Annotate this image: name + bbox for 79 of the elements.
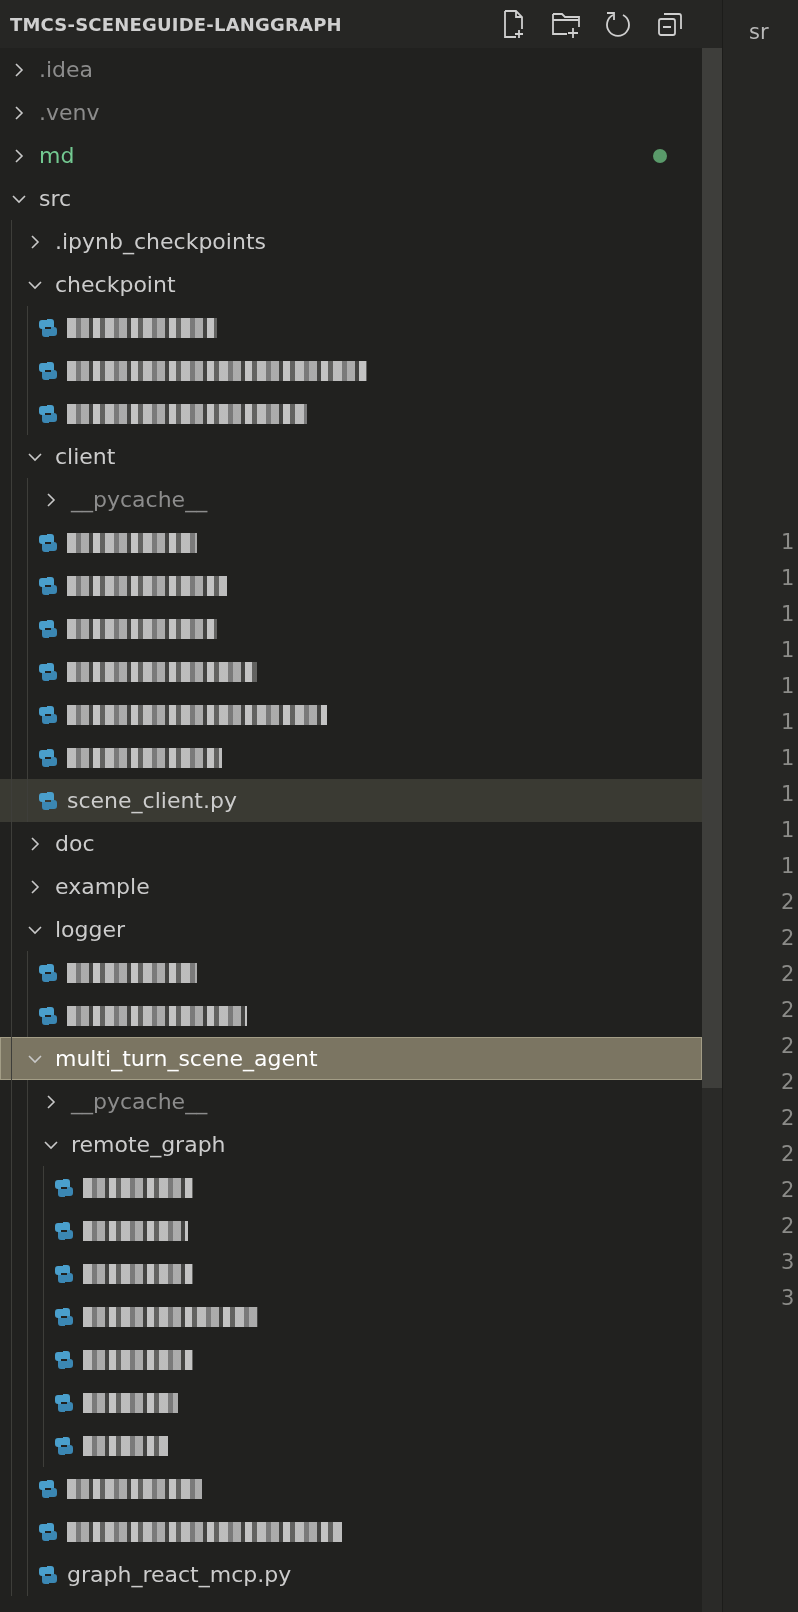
python-icon [37, 1004, 59, 1027]
python-icon [37, 1520, 59, 1543]
tree-item[interactable]: doc [0, 822, 702, 865]
tree-item[interactable]: __pycache__ [0, 478, 702, 521]
python-icon [37, 703, 59, 726]
tree-item[interactable]: remote_graph [0, 1123, 702, 1166]
python-icon [37, 789, 59, 812]
folder-name: __pycache__ [71, 1089, 208, 1114]
line-number: 1 [781, 853, 795, 880]
folder-name: __pycache__ [71, 487, 208, 512]
line-number: 2 [781, 1069, 795, 1096]
line-number: 1 [781, 565, 795, 592]
python-icon [53, 1219, 75, 1242]
tree-item[interactable]: src [0, 177, 702, 220]
tree-item[interactable]: multi_turn_scene_agent [0, 1037, 702, 1080]
python-icon [53, 1305, 75, 1328]
line-number: 2 [781, 1177, 795, 1204]
line-number: 2 [781, 1033, 795, 1060]
tree-item[interactable]: checkpoint [0, 263, 702, 306]
line-number: 1 [781, 781, 795, 808]
folder-name: .ipynb_checkpoints [55, 229, 266, 254]
python-icon [53, 1262, 75, 1285]
python-icon [37, 574, 59, 597]
line-number: 2 [781, 925, 795, 952]
line-number: 2 [781, 1105, 795, 1132]
tree-item[interactable]: example [0, 865, 702, 908]
explorer-title: TMCS-SCENEGUIDE-LANGGRAPH [10, 13, 343, 35]
python-icon [37, 316, 59, 339]
tree-item[interactable]: scene_client.py [0, 779, 702, 822]
folder-name: client [55, 444, 116, 469]
line-number: 1 [781, 673, 795, 700]
tree-item[interactable]: logger [0, 908, 702, 951]
tree-item[interactable]: md [0, 134, 702, 177]
folder-name: checkpoint [55, 272, 176, 297]
python-icon [37, 961, 59, 984]
line-number: 1 [781, 601, 795, 628]
folder-name: .venv [39, 100, 100, 125]
python-icon [37, 1477, 59, 1500]
line-number: 3 [781, 1249, 795, 1276]
line-number: 1 [781, 529, 795, 556]
line-number: 1 [781, 709, 795, 736]
line-number: 1 [781, 817, 795, 844]
python-icon [53, 1434, 75, 1457]
folder-name: .idea [39, 57, 94, 82]
line-number: 1 [781, 745, 795, 772]
line-number: 2 [781, 889, 795, 916]
tree-item[interactable]: .idea [0, 48, 702, 91]
scrollbar[interactable] [702, 48, 722, 1612]
python-icon [37, 746, 59, 769]
file-name: scene_client.py [67, 788, 237, 813]
folder-name: remote_graph [71, 1132, 226, 1157]
tree-item[interactable]: client [0, 435, 702, 478]
line-number: 1 [781, 637, 795, 664]
tree-item[interactable]: __pycache__ [0, 1080, 702, 1123]
line-number: 2 [781, 1141, 795, 1168]
line-number: 2 [781, 997, 795, 1024]
python-icon [37, 660, 59, 683]
python-icon [37, 359, 59, 382]
line-number: 2 [781, 1213, 795, 1240]
folder-name: doc [55, 831, 95, 856]
python-icon [53, 1176, 75, 1199]
python-icon [53, 1348, 75, 1371]
python-icon [37, 1563, 59, 1586]
python-icon [37, 531, 59, 554]
folder-name: multi_turn_scene_agent [55, 1046, 318, 1071]
python-icon [37, 402, 59, 425]
line-number: 2 [781, 961, 795, 988]
line-number: 3 [781, 1285, 795, 1312]
folder-name: example [55, 874, 150, 899]
tree-item[interactable]: graph_react_mcp.py [0, 1553, 702, 1596]
file-name: graph_react_mcp.py [67, 1562, 292, 1587]
editor-tab-label[interactable]: sr [749, 20, 769, 44]
tree-item[interactable]: .venv [0, 91, 702, 134]
python-icon [37, 617, 59, 640]
folder-name: md [39, 143, 75, 168]
folder-name: src [39, 186, 72, 211]
folder-name: logger [55, 917, 126, 942]
python-icon [53, 1391, 75, 1414]
tree-item[interactable]: .ipynb_checkpoints [0, 220, 702, 263]
